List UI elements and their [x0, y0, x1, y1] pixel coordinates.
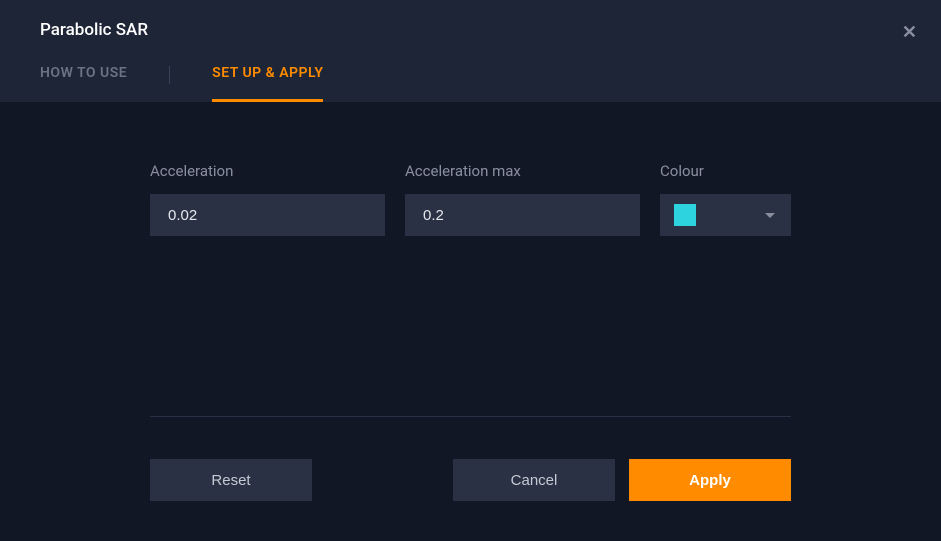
fields-row: Acceleration Acceleration max Colour [150, 162, 791, 236]
tabs-bar: HOW TO USE SET UP & APPLY [40, 65, 901, 102]
acceleration-label: Acceleration [150, 162, 385, 180]
apply-button[interactable]: Apply [629, 459, 791, 501]
acceleration-max-input[interactable] [405, 194, 640, 236]
close-button[interactable]: ✕ [902, 22, 917, 43]
modal-title: Parabolic SAR [40, 20, 901, 40]
parabolic-sar-modal: Parabolic SAR ✕ HOW TO USE SET UP & APPL… [0, 0, 941, 541]
colour-swatch [674, 204, 696, 226]
colour-label: Colour [660, 162, 791, 180]
reset-button[interactable]: Reset [150, 459, 312, 501]
cancel-button[interactable]: Cancel [453, 459, 615, 501]
tab-how-to-use[interactable]: HOW TO USE [40, 65, 127, 102]
divider [150, 416, 791, 417]
acceleration-input[interactable] [150, 194, 385, 236]
acceleration-max-label: Acceleration max [405, 162, 640, 180]
acceleration-field: Acceleration [150, 162, 385, 236]
acceleration-max-field: Acceleration max [405, 162, 640, 236]
tab-setup-apply[interactable]: SET UP & APPLY [212, 65, 323, 102]
modal-body: Acceleration Acceleration max Colour Res… [0, 102, 941, 541]
colour-field: Colour [660, 162, 791, 236]
colour-select[interactable] [660, 194, 791, 236]
footer-buttons: Reset Cancel Apply [150, 459, 791, 501]
tab-divider [169, 66, 170, 84]
close-icon: ✕ [902, 22, 917, 42]
modal-header: Parabolic SAR ✕ HOW TO USE SET UP & APPL… [0, 0, 941, 102]
chevron-down-icon [765, 213, 775, 218]
